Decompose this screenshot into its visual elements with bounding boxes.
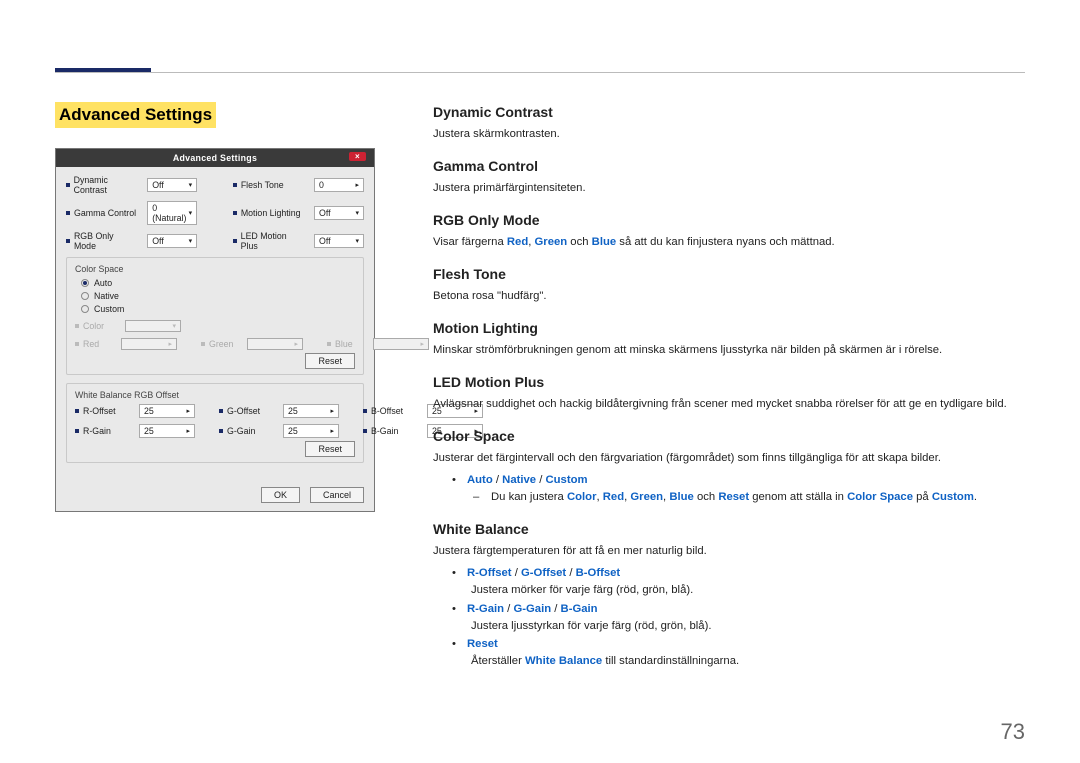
row-label: Gamma Control — [74, 208, 136, 218]
row-label: RGB Only Mode — [74, 231, 137, 251]
heading: Gamma Control — [433, 158, 1030, 174]
sec-rgb-only: RGB Only Mode Visar färgerna Red, Green … — [433, 212, 1030, 251]
sec-white-balance: White Balance Justera färgtemperaturen f… — [433, 521, 1030, 671]
sub-list-item: – Du kan justera Color, Red, Green, Blue… — [473, 489, 1030, 507]
cancel-button[interactable]: Cancel — [310, 487, 364, 503]
chevron-right-icon: ▸ — [355, 181, 359, 189]
list-item: • Auto / Native / Custom — [451, 471, 1030, 489]
ok-button[interactable]: OK — [261, 487, 300, 503]
page-number: 73 — [1001, 719, 1025, 745]
row-label: Dynamic Contrast — [74, 175, 138, 195]
radio-auto[interactable]: Auto — [81, 278, 355, 288]
body-text: Avlägsnar suddighet och hackig bildåterg… — [433, 396, 1030, 413]
list-item: •R-Offset / G-Offset / B-Offset — [451, 564, 1030, 582]
heading: RGB Only Mode — [433, 212, 1030, 228]
row-label: LED Motion Plus — [241, 231, 304, 251]
body-text: Justera skärmkontrasten. — [433, 126, 1030, 143]
heading: Motion Lighting — [433, 320, 1030, 336]
group-title: Color Space — [75, 264, 355, 274]
led-motion-plus-select[interactable]: Off▾ — [314, 234, 364, 248]
color-space-group: Color Space Auto Native Custom Color ▾ R… — [66, 257, 364, 375]
gamma-control-select[interactable]: 0 (Natural)▾ — [147, 201, 197, 225]
reset-button[interactable]: Reset — [305, 441, 355, 457]
body-text: Minskar strömförbrukningen genom att min… — [433, 342, 1030, 359]
row-label: Flesh Tone — [241, 180, 284, 190]
list-desc: Återställer White Balance till standardi… — [471, 653, 1030, 671]
red-select: ▸ — [121, 338, 177, 350]
list-desc: Justera mörker för varje färg (röd, grön… — [471, 582, 1030, 600]
list-desc: Justera ljusstyrkan för varje färg (röd,… — [471, 618, 1030, 636]
body-text: Justera färgtemperaturen för att få en m… — [433, 543, 1030, 560]
list-item: •Reset — [451, 635, 1030, 653]
heading: Dynamic Contrast — [433, 104, 1030, 120]
color-select: ▾ — [125, 320, 181, 332]
heading: White Balance — [433, 521, 1030, 537]
sec-color-space: Color Space Justerar det färgintervall o… — [433, 428, 1030, 507]
rgb-only-select[interactable]: Off▾ — [147, 234, 197, 248]
dialog-title: Advanced Settings — [173, 153, 257, 163]
reset-button[interactable]: Reset — [305, 353, 355, 369]
sec-dynamic-contrast: Dynamic Contrast Justera skärmkontrasten… — [433, 104, 1030, 143]
sec-gamma-control: Gamma Control Justera primärfärgintensit… — [433, 158, 1030, 197]
r-offset-select[interactable]: 25▸ — [139, 404, 195, 418]
accent-bar — [55, 68, 151, 72]
advanced-settings-dialog: Advanced Settings × Dynamic Contrast Off… — [55, 148, 375, 512]
sec-motion-lighting: Motion Lighting Minskar strömförbrukning… — [433, 320, 1030, 359]
r-gain-select[interactable]: 25▸ — [139, 424, 195, 438]
white-balance-group: White Balance RGB Offset R-Offset25▸ G-O… — [66, 383, 364, 463]
body-text: Visar färgerna Red, Green och Blue så at… — [433, 234, 1030, 251]
radio-native[interactable]: Native — [81, 291, 355, 301]
sec-led-motion-plus: LED Motion Plus Avlägsnar suddighet och … — [433, 374, 1030, 413]
body-text: Betona rosa "hudfärg". — [433, 288, 1030, 305]
list-item: •R-Gain / G-Gain / B-Gain — [451, 600, 1030, 618]
dynamic-contrast-select[interactable]: Off▾ — [147, 178, 197, 192]
close-icon[interactable]: × — [349, 152, 366, 161]
dialog-title-bar: Advanced Settings × — [56, 149, 374, 167]
section-heading: Advanced Settings — [55, 102, 216, 128]
radio-custom[interactable]: Custom — [81, 304, 355, 314]
heading: Flesh Tone — [433, 266, 1030, 282]
flesh-tone-select[interactable]: 0▸ — [314, 178, 364, 192]
heading: Color Space — [433, 428, 1030, 444]
motion-lighting-select[interactable]: Off▾ — [314, 206, 364, 220]
body-text: Justera primärfärgintensiteten. — [433, 180, 1030, 197]
row-label: Motion Lighting — [241, 208, 301, 218]
g-gain-select[interactable]: 25▸ — [283, 424, 339, 438]
sec-flesh-tone: Flesh Tone Betona rosa "hudfärg". — [433, 266, 1030, 305]
heading: LED Motion Plus — [433, 374, 1030, 390]
blue-select: ▸ — [373, 338, 429, 350]
chevron-down-icon: ▾ — [189, 181, 193, 189]
body-text: Justerar det färgintervall och den färgv… — [433, 450, 1030, 467]
top-divider — [55, 72, 1025, 73]
group-title: White Balance RGB Offset — [75, 390, 355, 400]
green-select: ▸ — [247, 338, 303, 350]
g-offset-select[interactable]: 25▸ — [283, 404, 339, 418]
